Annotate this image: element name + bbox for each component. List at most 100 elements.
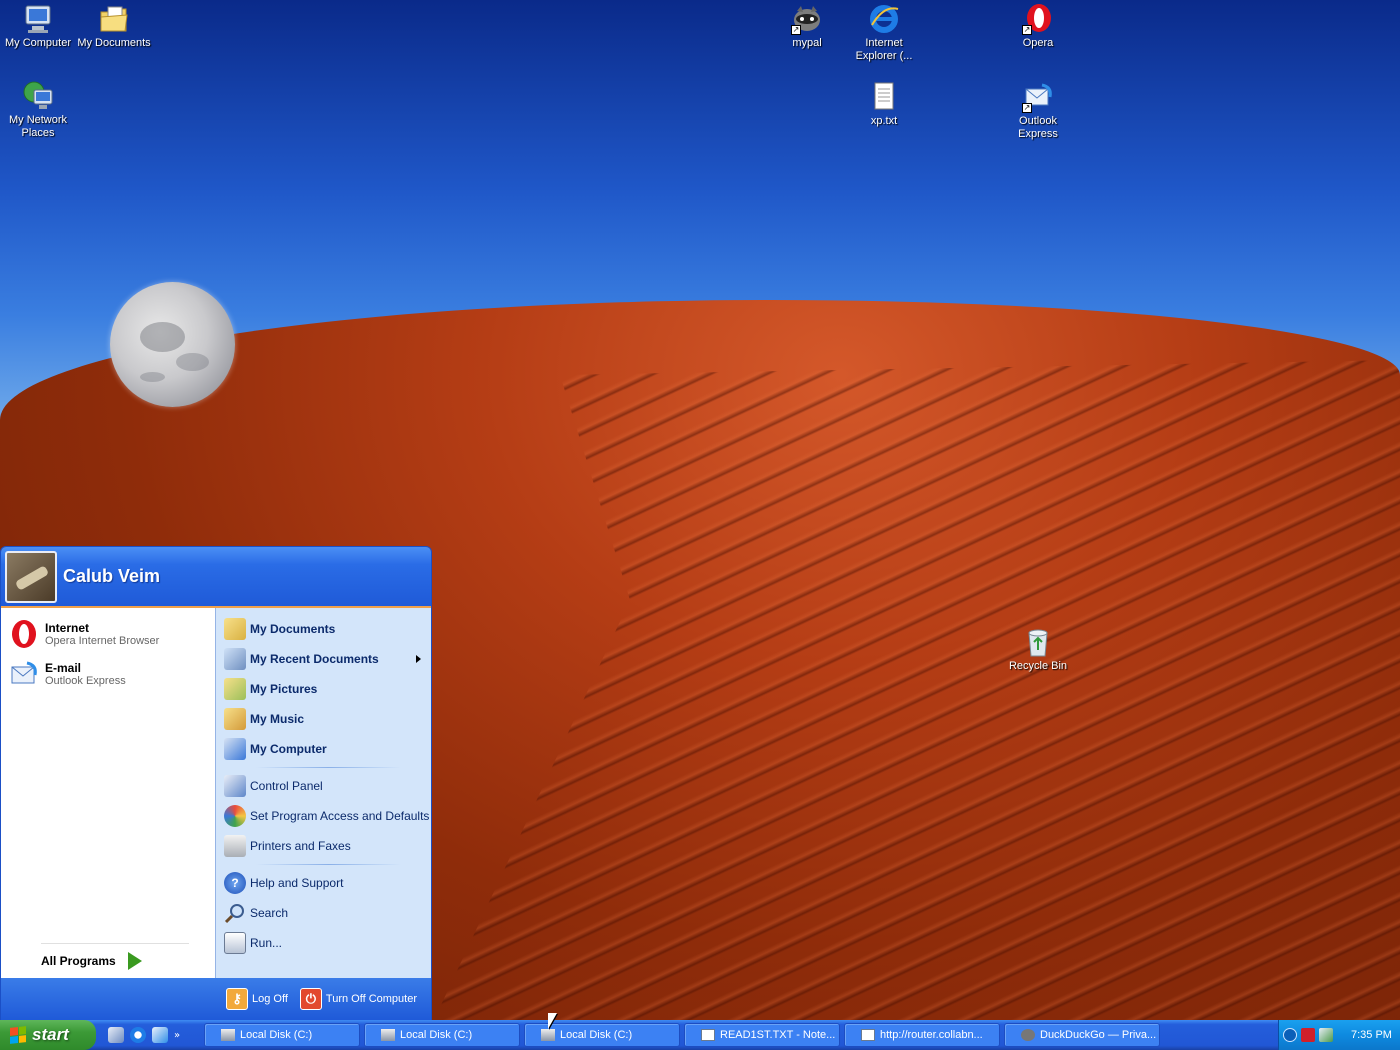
- menu-item-printers-faxes[interactable]: Printers and Faxes: [216, 831, 431, 861]
- menu-item-my-computer[interactable]: My Computer: [216, 734, 431, 764]
- taskbar-button-label: READ1ST.TXT - Note...: [720, 1029, 836, 1041]
- menu-item-label: Control Panel: [250, 779, 323, 793]
- shortcut-arrow-icon: ↗: [1022, 25, 1032, 35]
- desktop-icon-label: My Computer: [4, 37, 72, 49]
- user-avatar[interactable]: [5, 550, 57, 603]
- taskbar-button-local-disk-2[interactable]: Local Disk (C:): [364, 1023, 520, 1047]
- windows-logo-icon: [10, 1026, 26, 1044]
- desktop-icon-outlook-express[interactable]: ↗ Outlook Express: [1000, 81, 1076, 141]
- my-documents-icon: [98, 3, 130, 35]
- desktop-icon-internet-explorer[interactable]: Internet Explorer (...: [846, 3, 922, 63]
- start-button[interactable]: start: [0, 1020, 96, 1050]
- chevron-double-right-icon[interactable]: »: [174, 1030, 180, 1041]
- drive-icon: [541, 1029, 555, 1041]
- desktop-icon-recycle-bin[interactable]: Recycle Bin: [1000, 626, 1076, 673]
- pinned-email[interactable]: E-mail Outlook Express: [1, 654, 215, 694]
- help-icon: ?: [224, 872, 246, 894]
- run-icon: [224, 932, 246, 954]
- user-name: Calub Veim: [63, 566, 161, 586]
- desktop-icon-mypal[interactable]: ↗ mypal: [769, 3, 845, 50]
- desktop-icon-xp-txt[interactable]: xp.txt: [846, 81, 922, 128]
- opera-icon: ↗: [1022, 3, 1054, 35]
- desktop-icon-label: Opera: [1022, 37, 1054, 49]
- opera-icon: [9, 619, 39, 649]
- all-programs-button[interactable]: All Programs: [41, 943, 189, 970]
- menu-item-set-program-access[interactable]: Set Program Access and Defaults: [216, 801, 431, 831]
- taskbar-button-notepad[interactable]: READ1ST.TXT - Note...: [684, 1023, 840, 1047]
- my-computer-icon: [22, 3, 54, 35]
- menu-item-my-music[interactable]: My Music: [216, 704, 431, 734]
- turn-off-button[interactable]: ⏻ Turn Off Computer: [299, 988, 417, 1010]
- menu-separator: [256, 864, 401, 865]
- menu-item-search[interactable]: Search: [216, 898, 431, 928]
- desktop-icon-my-computer[interactable]: My Computer: [0, 3, 76, 50]
- taskbar-button-label: Local Disk (C:): [400, 1029, 473, 1041]
- menu-item-my-recent-documents[interactable]: My Recent Documents: [216, 644, 431, 674]
- menu-item-label: Search: [250, 906, 289, 920]
- drive-icon: [381, 1029, 395, 1041]
- taskbar-button-duckduckgo[interactable]: DuckDuckGo — Priva...: [1004, 1023, 1160, 1047]
- clock[interactable]: 7:35 PM: [1351, 1029, 1392, 1041]
- menu-item-my-pictures[interactable]: My Pictures: [216, 674, 431, 704]
- key-icon: ⚷: [226, 988, 249, 1010]
- menu-item-control-panel[interactable]: Control Panel: [216, 771, 431, 801]
- taskbar-button-browser-router[interactable]: http://router.collabn...: [844, 1023, 1000, 1047]
- security-shield-icon[interactable]: [1301, 1028, 1315, 1042]
- wallpaper-moon: [110, 282, 235, 407]
- desktop-icon-opera[interactable]: ↗ Opera: [1000, 3, 1076, 50]
- pinned-title: E-mail: [45, 661, 82, 675]
- menu-item-label: My Recent Documents: [250, 652, 379, 666]
- pinned-title: Internet: [45, 621, 90, 635]
- folder-icon: [224, 618, 246, 640]
- pinned-subtitle: Opera Internet Browser: [45, 635, 160, 647]
- desktop-icon-my-documents[interactable]: My Documents: [76, 3, 152, 50]
- pictures-folder-icon: [224, 678, 246, 700]
- shortcut-arrow-icon: ↗: [791, 25, 801, 35]
- text-file-icon: [868, 81, 900, 113]
- tray-expand-icon[interactable]: [1283, 1028, 1297, 1042]
- network-places-icon: [22, 80, 54, 112]
- menu-item-my-documents[interactable]: My Documents: [216, 614, 431, 644]
- recycle-bin-icon: [1022, 626, 1054, 658]
- quick-launch: »: [96, 1027, 204, 1043]
- desktop-icon-label: My Network Places: [8, 114, 68, 139]
- desktop-icon-label: My Documents: [77, 37, 151, 49]
- desktop-icon-label: Outlook Express: [1018, 115, 1058, 140]
- start-menu: Calub Veim Internet Opera Internet Brows…: [0, 546, 432, 1021]
- start-label: start: [32, 1025, 69, 1044]
- menu-item-label: My Music: [250, 712, 305, 726]
- desktop-icon-label: Recycle Bin: [1008, 660, 1068, 672]
- outlook-express-icon[interactable]: [152, 1027, 168, 1043]
- log-off-label: Log Off: [252, 993, 288, 1005]
- network-icon[interactable]: [1319, 1028, 1333, 1042]
- drive-icon: [221, 1029, 235, 1041]
- internet-explorer-icon: [868, 3, 900, 35]
- menu-item-label: Help and Support: [250, 876, 344, 890]
- turn-off-label: Turn Off Computer: [325, 993, 417, 1005]
- menu-item-run[interactable]: Run...: [216, 928, 431, 958]
- show-desktop-icon[interactable]: [108, 1027, 124, 1043]
- power-icon: ⏻: [299, 988, 322, 1010]
- taskbar-button-local-disk-1[interactable]: Local Disk (C:): [204, 1023, 360, 1047]
- log-off-button[interactable]: ⚷ Log Off: [226, 988, 288, 1010]
- mypal-icon: ↗: [791, 3, 823, 35]
- mypal-icon: [1021, 1029, 1035, 1041]
- menu-item-label: Printers and Faxes: [250, 839, 351, 853]
- system-tray: 7:35 PM: [1278, 1020, 1400, 1050]
- taskbar-button-label: DuckDuckGo — Priva...: [1040, 1029, 1157, 1041]
- music-folder-icon: [224, 708, 246, 730]
- desktop-icon-label: Internet Explorer (...: [855, 37, 913, 62]
- menu-item-label: My Pictures: [250, 682, 318, 696]
- menu-item-label: Set Program Access and Defaults: [250, 809, 430, 823]
- control-panel-icon: [224, 775, 246, 797]
- menu-item-help-support[interactable]: ? Help and Support: [216, 868, 431, 898]
- internet-explorer-icon[interactable]: [130, 1027, 146, 1043]
- menu-item-label: My Documents: [250, 622, 336, 636]
- pinned-internet[interactable]: Internet Opera Internet Browser: [1, 614, 215, 654]
- taskbar-button-label: Local Disk (C:): [560, 1029, 633, 1041]
- printer-icon: [224, 835, 246, 857]
- recent-documents-icon: [224, 648, 246, 670]
- desktop-icon-network-places[interactable]: My Network Places: [0, 80, 76, 140]
- desktop-icon-label: mypal: [792, 37, 822, 49]
- menu-item-label: Run...: [250, 936, 283, 950]
